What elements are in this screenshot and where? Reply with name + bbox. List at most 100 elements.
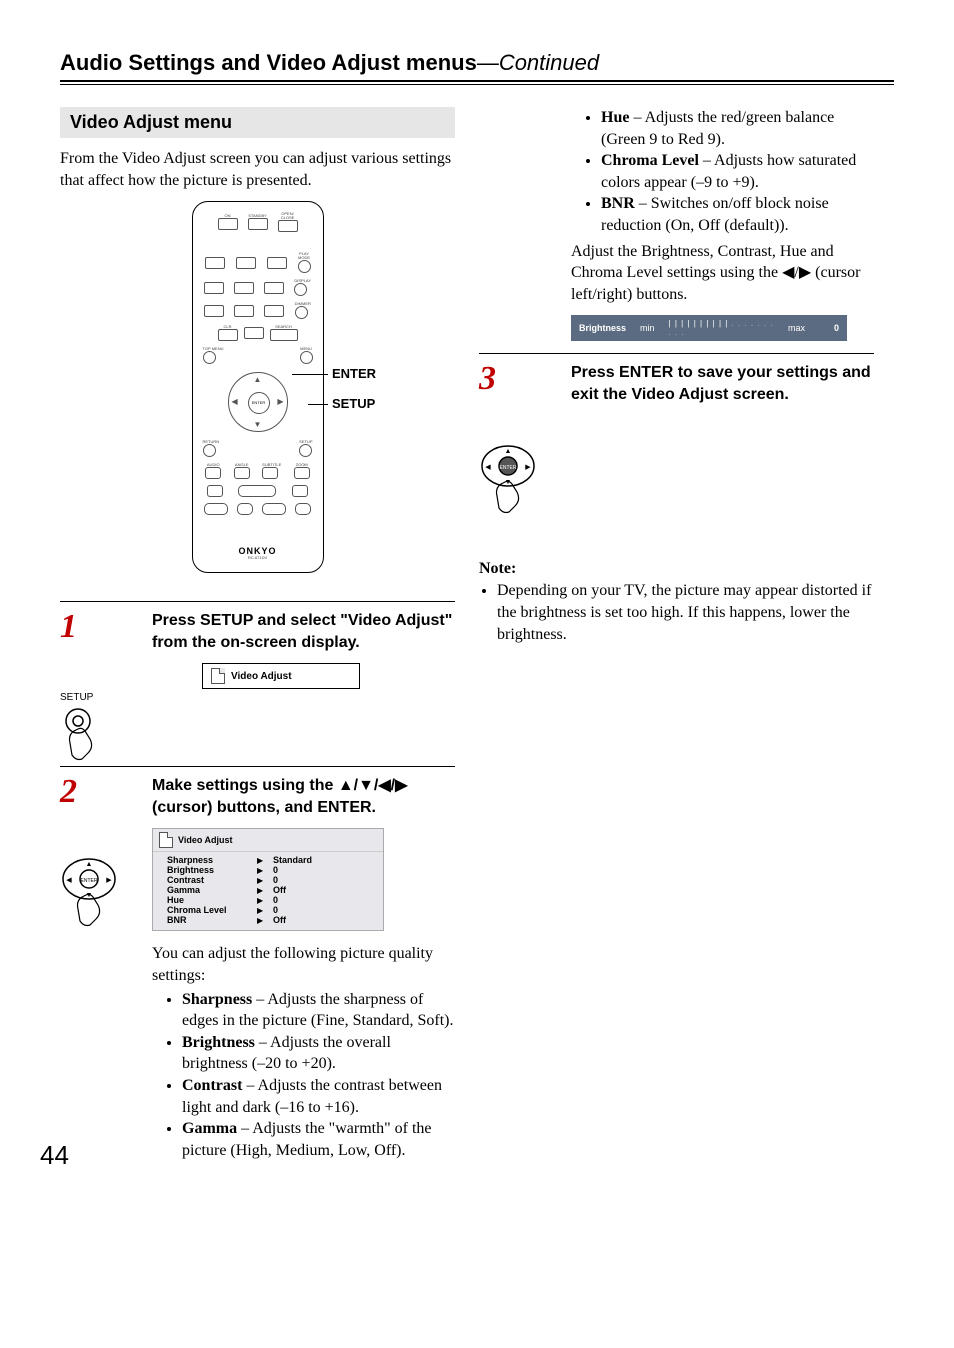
osd-panel-title: Video Adjust <box>178 835 233 845</box>
clr-button <box>218 329 238 341</box>
list-item: Brightness – Adjusts the overall brightn… <box>182 1032 455 1075</box>
audio-button <box>205 467 221 479</box>
label-display: DISPLAY <box>294 279 311 283</box>
num-7 <box>204 305 224 317</box>
osd-row-name: Contrast <box>167 875 257 885</box>
left-arrow-icon: ◀ <box>232 397 238 406</box>
brightness-label: Brightness <box>579 323 626 333</box>
num-6 <box>264 282 284 294</box>
label-subtitle: SUBTITLE <box>262 463 281 467</box>
num-2 <box>236 257 256 269</box>
nav-ring: ENTER ▲ ▼ ◀ ▶ <box>228 372 288 432</box>
label-setup: SETUP <box>299 440 312 444</box>
transport-4 <box>204 503 228 515</box>
title-main: Audio Settings and Video Adjust menus <box>60 50 477 75</box>
enter-button: ENTER <box>248 392 270 414</box>
callout-line-setup <box>308 404 328 405</box>
search-button <box>270 329 298 341</box>
angle-button <box>234 467 250 479</box>
osd-row-value: Off <box>273 915 286 925</box>
callout-setup: SETUP <box>332 396 375 411</box>
step-2-instr-symbols: ▲/▼/◀/▶ <box>338 777 408 794</box>
return-button <box>203 444 216 457</box>
label-angle: ANGLE <box>234 463 250 467</box>
num-4 <box>204 282 224 294</box>
step-2: 2 ENTER ▲ ▼ ◀ ▶ Make settings using th <box>60 766 455 1161</box>
svg-text:◀: ◀ <box>66 876 72 884</box>
brightness-track: | | | | | | | | | | . . . . . . . . . . <box>669 319 774 337</box>
step-3: 3 ENTER ▲ ▼ ◀ ▶ Press ENTER to save your… <box>479 353 874 516</box>
header-rule <box>60 80 894 85</box>
num-3 <box>267 257 287 269</box>
right-arrow-icon: ▶ <box>257 856 273 865</box>
bullet-term: Sharpness <box>182 991 252 1008</box>
list-item: Contrast – Adjusts the contrast between … <box>182 1075 455 1118</box>
svg-text:▲: ▲ <box>86 860 93 868</box>
step-1: 1 SETUP Press SETUP and select "Video Ad… <box>60 601 455 762</box>
brightness-value: 0 <box>819 323 839 333</box>
step-2-number: 2 <box>60 775 142 857</box>
bullet-term: Gamma <box>182 1120 237 1137</box>
section-heading: Video Adjust menu <box>60 107 455 138</box>
num-8 <box>234 305 254 317</box>
open-button <box>278 220 298 232</box>
label-menu: MENU <box>300 347 313 351</box>
osd-row-value: Off <box>273 885 286 895</box>
list-item: Chroma Level – Adjusts how saturated col… <box>601 150 874 193</box>
page-number: 44 <box>40 1140 69 1171</box>
list-item: BNR – Switches on/off block noise reduct… <box>601 193 874 236</box>
brightness-max: max <box>788 323 805 333</box>
right-arrow-icon: ▶ <box>257 886 273 895</box>
remote-body: ON STANDBY OPEN/ CLOSE PLAY MODE <box>192 201 324 573</box>
dimmer-button <box>295 306 308 319</box>
step-3-number: 3 <box>479 362 561 444</box>
bullet-term: Chroma Level <box>601 152 699 169</box>
transport-6 <box>262 503 286 515</box>
down-arrow-icon: ▼ <box>254 420 262 429</box>
right-arrow-icon: ▶ <box>257 876 273 885</box>
osd-row-value: Standard <box>273 855 312 865</box>
display-button <box>294 283 307 296</box>
setup-press-icon <box>60 707 102 762</box>
label-zoom: ZOOM <box>294 463 310 467</box>
osd-row-name: BNR <box>167 915 257 925</box>
intro-text: From the Video Adjust screen you can adj… <box>60 148 455 191</box>
bullet-term: Contrast <box>182 1077 242 1094</box>
topmenu-button <box>203 351 216 364</box>
step-2-instr-suffix: (cursor) buttons, and ENTER. <box>152 799 376 816</box>
right-arrow-icon: ▶ <box>257 866 273 875</box>
up-arrow-icon: ▲ <box>254 375 262 384</box>
right-column: Hue – Adjusts the red/green balance (Gre… <box>479 107 874 1165</box>
label-dimmer: DIMMER <box>295 302 311 306</box>
num-0 <box>244 327 264 339</box>
document-icon <box>211 668 225 684</box>
num-5 <box>234 282 254 294</box>
label-return: RETURN <box>203 440 220 444</box>
transport-7 <box>295 503 311 515</box>
transport-3 <box>292 485 308 497</box>
callout-line-enter <box>292 374 328 375</box>
nav-press-icon: ENTER ▲ ▼ ◀ ▶ <box>60 857 118 929</box>
svg-text:▶: ▶ <box>106 876 112 884</box>
num-9 <box>264 305 284 317</box>
note-heading: Note: <box>479 560 874 578</box>
osd-item-label: Video Adjust <box>231 671 292 682</box>
svg-text:ENTER: ENTER <box>81 878 98 884</box>
osd-row-value: 0 <box>273 875 278 885</box>
menu-button <box>300 351 313 364</box>
right-adjust-text: Adjust the Brightness, Contrast, Hue and… <box>571 241 874 306</box>
osd-row-name: Sharpness <box>167 855 257 865</box>
osd-panel-video-adjust: Video Adjust Sharpness▶Standard Brightne… <box>152 828 384 931</box>
bullet-term: Hue <box>601 109 629 126</box>
osd-row-name: Chroma Level <box>167 905 257 915</box>
right-arrow-icon: ▶ <box>257 906 273 915</box>
remote-illustration: ON STANDBY OPEN/ CLOSE PLAY MODE <box>60 201 455 573</box>
right-bullets: Hue – Adjusts the red/green balance (Gre… <box>571 107 874 237</box>
osd-rows: Sharpness▶Standard Brightness▶0 Contrast… <box>153 852 383 930</box>
osd-row-name: Brightness <box>167 865 257 875</box>
transport-1 <box>207 485 223 497</box>
list-item: Gamma – Adjusts the "warmth" of the pict… <box>182 1118 455 1161</box>
svg-text:ENTER: ENTER <box>500 465 517 471</box>
osd-item-video-adjust: Video Adjust <box>202 663 360 689</box>
transport-2 <box>238 485 276 497</box>
